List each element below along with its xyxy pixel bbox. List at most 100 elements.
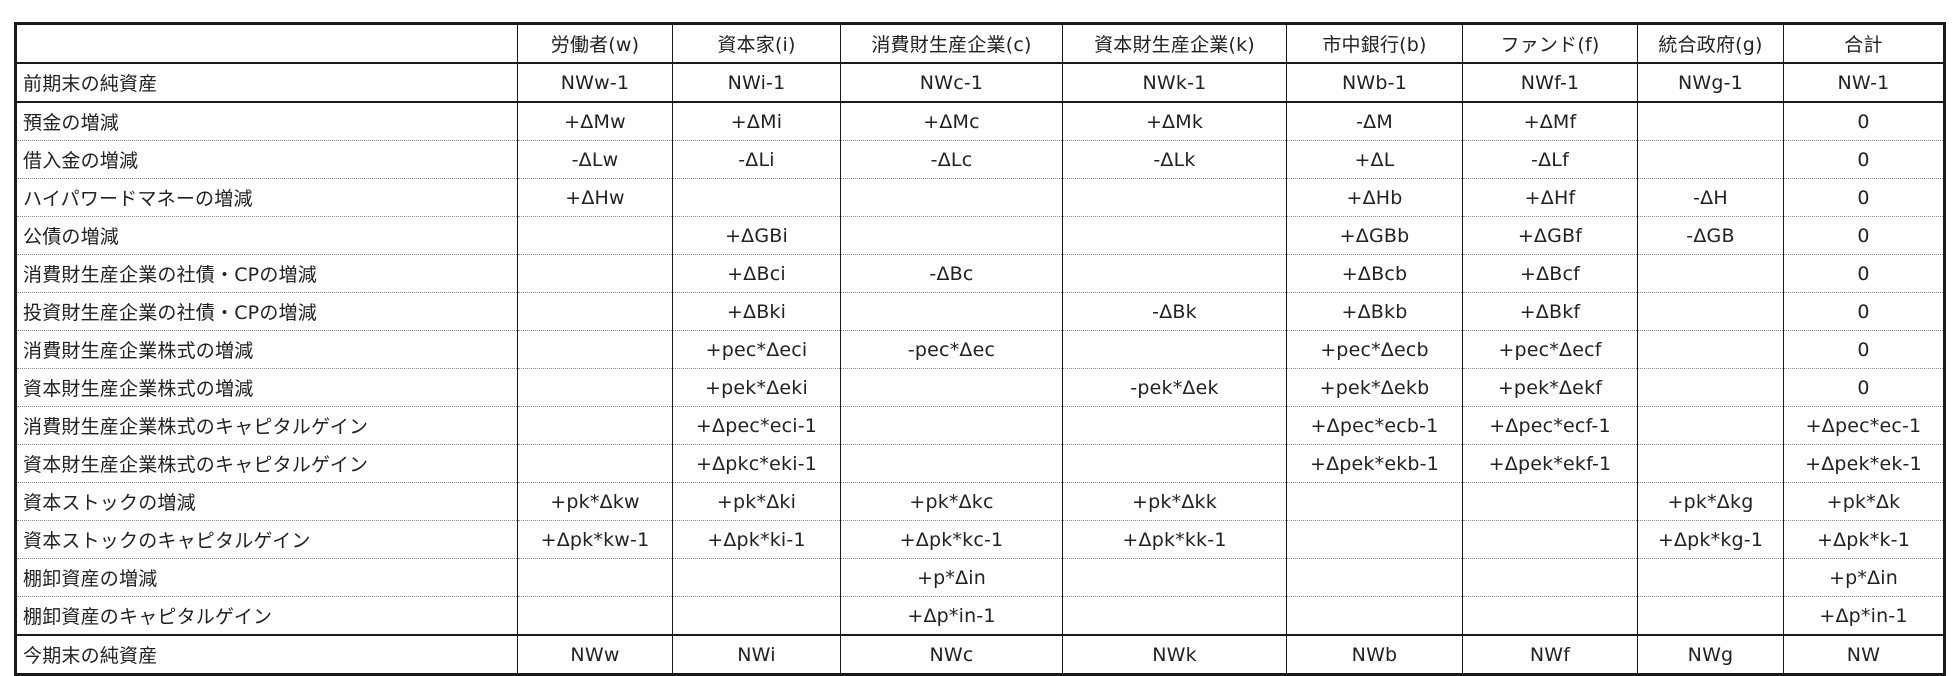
cell-funds: +ΔBcf <box>1462 254 1638 293</box>
cell-capitalists <box>672 596 841 636</box>
cell-capital-goods-firms <box>1062 444 1287 483</box>
cell-consumer-goods-firms: -ΔBc <box>840 254 1063 293</box>
table-row: 棚卸資産のキャピタルゲイン +Δp*in-1 +Δp*in-1 <box>15 596 1945 636</box>
table-row: 借入金の増減 -ΔLw -ΔLi -ΔLc -ΔLk +ΔL -ΔLf 0 <box>15 140 1945 179</box>
table-row: 消費財生産企業株式のキャピタルゲイン +Δpec*eci-1 +Δpec*ecb-1… <box>15 406 1945 445</box>
table-row: 棚卸資産の増減 +p*Δin +p*Δin <box>15 558 1945 597</box>
cell-workers <box>517 216 673 255</box>
cell-total: +p*Δin <box>1783 558 1945 597</box>
row-label: ハイパワードマネーの増減 <box>15 178 518 217</box>
cell-total: 0 <box>1783 330 1945 369</box>
header-corner <box>15 23 518 64</box>
table-row: 投資財生産企業の社債・CPの増減 +ΔBki -ΔBk +ΔBkb +ΔBkf 0 <box>15 292 1945 331</box>
row-label: 今期末の純資産 <box>15 634 518 675</box>
row-label: 前期末の純資産 <box>15 62 518 103</box>
cell-commercial-banks: +ΔL <box>1286 140 1463 179</box>
row-label: 消費財生産企業株式のキャピタルゲイン <box>15 406 518 445</box>
cell-total: +Δp*in-1 <box>1783 596 1945 636</box>
cell-consolidated-government: +Δpk*kg-1 <box>1637 520 1784 559</box>
cell-consolidated-government: NWg <box>1637 634 1784 675</box>
cell-funds: +ΔHf <box>1462 178 1638 217</box>
table-row: 資本ストックの増減 +pk*Δkw +pk*Δki +pk*Δkc +pk*Δkk +pk… <box>15 482 1945 521</box>
cell-consumer-goods-firms <box>840 178 1063 217</box>
cell-capitalists: -ΔLi <box>672 140 841 179</box>
cell-commercial-banks: +ΔHb <box>1286 178 1463 217</box>
cell-capital-goods-firms: NWk-1 <box>1062 62 1287 103</box>
table-row: 資本財生産企業株式のキャピタルゲイン +Δpkc*eki-1 +Δpek*ekb-1… <box>15 444 1945 483</box>
cell-consolidated-government <box>1637 140 1784 179</box>
cell-funds: +ΔBkf <box>1462 292 1638 331</box>
header-workers: 労働者(w) <box>517 23 673 64</box>
cell-capitalists: +pec*Δeci <box>672 330 841 369</box>
cell-commercial-banks <box>1286 558 1463 597</box>
table-row: ハイパワードマネーの増減 +ΔHw +ΔHb +ΔHf -ΔH 0 <box>15 178 1945 217</box>
cell-capital-goods-firms <box>1062 596 1287 636</box>
table-row: 消費財生産企業の社債・CPの増減 +ΔBci -ΔBc +ΔBcb +ΔBcf 0 <box>15 254 1945 293</box>
cell-workers <box>517 368 673 407</box>
header-consolidated-government: 統合政府(g) <box>1637 23 1784 64</box>
cell-total: 0 <box>1783 140 1945 179</box>
table-row: 消費財生産企業株式の増減 +pec*Δeci -pec*Δec +pec*Δecb +p… <box>15 330 1945 369</box>
cell-consolidated-government <box>1637 292 1784 331</box>
cell-capital-goods-firms: -ΔBk <box>1062 292 1287 331</box>
row-label: 公債の増減 <box>15 216 518 255</box>
cell-capitalists: NWi <box>672 634 841 675</box>
row-label: 消費財生産企業株式の増減 <box>15 330 518 369</box>
row-label: 借入金の増減 <box>15 140 518 179</box>
cell-commercial-banks <box>1286 482 1463 521</box>
cell-capitalists: +Δpkc*eki-1 <box>672 444 841 483</box>
cell-workers: +ΔHw <box>517 178 673 217</box>
row-label: 預金の増減 <box>15 101 518 141</box>
cell-consolidated-government: -ΔH <box>1637 178 1784 217</box>
cell-consumer-goods-firms <box>840 368 1063 407</box>
cell-consolidated-government <box>1637 596 1784 636</box>
cell-total: 0 <box>1783 216 1945 255</box>
cell-consumer-goods-firms: +pk*Δkc <box>840 482 1063 521</box>
row-label: 棚卸資産のキャピタルゲイン <box>15 596 518 636</box>
cell-total: NW <box>1783 634 1945 675</box>
cell-total: +Δpek*ek-1 <box>1783 444 1945 483</box>
cell-funds: +ΔGBf <box>1462 216 1638 255</box>
cell-commercial-banks <box>1286 596 1463 636</box>
cell-commercial-banks: NWb-1 <box>1286 62 1463 103</box>
cell-capitalists: +ΔGBi <box>672 216 841 255</box>
cell-commercial-banks: NWb <box>1286 634 1463 675</box>
table-row: 資本財生産企業株式の増減 +pek*Δeki -pek*Δek +pek*Δekb +p… <box>15 368 1945 407</box>
header-total: 合計 <box>1783 23 1945 64</box>
row-label: 資本ストックのキャピタルゲイン <box>15 520 518 559</box>
cell-funds <box>1462 558 1638 597</box>
cell-consumer-goods-firms: NWc <box>840 634 1063 675</box>
header-funds: ファンド(f) <box>1462 23 1638 64</box>
cell-total: +pk*Δk <box>1783 482 1945 521</box>
cell-capitalists <box>672 558 841 597</box>
cell-total: +Δpec*ec-1 <box>1783 406 1945 445</box>
cell-consolidated-government: NWg-1 <box>1637 62 1784 103</box>
cell-capital-goods-firms: +pk*Δkk <box>1062 482 1287 521</box>
cell-consumer-goods-firms: +Δpk*kc-1 <box>840 520 1063 559</box>
cell-workers: NWw <box>517 634 673 675</box>
cell-consolidated-government: +pk*Δkg <box>1637 482 1784 521</box>
table-row: 資本ストックのキャピタルゲイン +Δpk*kw-1 +Δpk*ki-1 +Δpk*kc… <box>15 520 1945 559</box>
cell-total: 0 <box>1783 254 1945 293</box>
cell-workers <box>517 254 673 293</box>
cell-capital-goods-firms <box>1062 406 1287 445</box>
cell-capital-goods-firms <box>1062 178 1287 217</box>
cell-funds: +Δpec*ecf-1 <box>1462 406 1638 445</box>
cell-consolidated-government <box>1637 558 1784 597</box>
cell-capitalists: +pk*Δki <box>672 482 841 521</box>
cell-commercial-banks: +Δpek*ekb-1 <box>1286 444 1463 483</box>
cell-capitalists: NWi-1 <box>672 62 841 103</box>
cell-commercial-banks: -ΔM <box>1286 101 1463 141</box>
table-body: 前期末の純資産 NWw-1 NWi-1 NWc-1 NWk-1 NWb-1 NWf-1 NWg… <box>15 62 1945 675</box>
row-label: 資本財生産企業株式の増減 <box>15 368 518 407</box>
cell-capital-goods-firms: +Δpk*kk-1 <box>1062 520 1287 559</box>
cell-consumer-goods-firms <box>840 216 1063 255</box>
cell-total: 0 <box>1783 178 1945 217</box>
cell-consumer-goods-firms: -ΔLc <box>840 140 1063 179</box>
cell-workers <box>517 596 673 636</box>
cell-consolidated-government <box>1637 254 1784 293</box>
cell-workers <box>517 444 673 483</box>
row-label: 資本ストックの増減 <box>15 482 518 521</box>
cell-commercial-banks: +Δpec*ecb-1 <box>1286 406 1463 445</box>
cell-funds: +pec*Δecf <box>1462 330 1638 369</box>
